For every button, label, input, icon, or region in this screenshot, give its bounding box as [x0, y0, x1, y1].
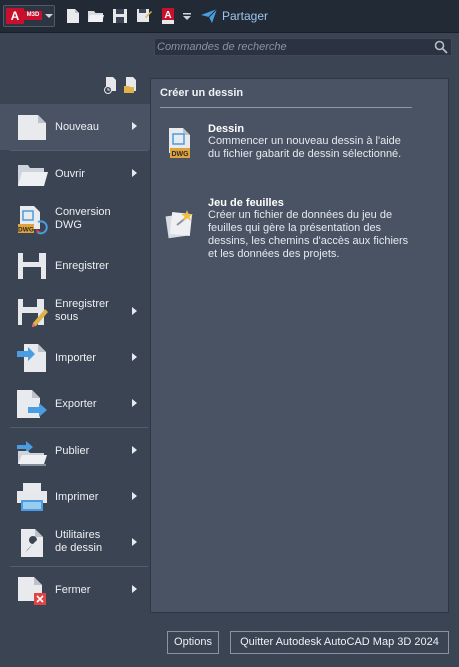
- panel-title: Créer un dessin: [160, 87, 244, 99]
- recent-open-documents-icons: [104, 77, 136, 94]
- plot-icon[interactable]: A: [159, 7, 177, 25]
- chevron-right-icon: [132, 122, 137, 130]
- menu-item-label-line2: DWG: [55, 219, 82, 231]
- entry-description: Créer un fichier de données du jeu de fe…: [208, 209, 409, 260]
- customize-dropdown-icon[interactable]: [180, 7, 194, 25]
- panel-entry-dessin[interactable]: DWG Dessin Commencer un nouveau dessin à…: [151, 123, 450, 177]
- export-icon: [17, 390, 47, 418]
- svg-text:DWG: DWG: [18, 227, 34, 234]
- menu-item-label: Importer: [55, 352, 96, 364]
- open-folder-icon: [18, 165, 48, 186]
- entry-title: Jeu de feuilles: [208, 197, 284, 209]
- application-menu: Nouveau Ouvrir DWG Conversion DWG Enregi…: [0, 104, 150, 613]
- dwg-icon-text: DWG: [171, 151, 189, 158]
- save-as-icon: [18, 299, 48, 327]
- menu-item-label-line2: de dessin: [55, 542, 103, 554]
- menu-item-fermer[interactable]: Fermer: [0, 567, 150, 613]
- menu-item-enregistrer[interactable]: Enregistrer: [0, 243, 150, 289]
- new-document-icon: [18, 115, 46, 140]
- entry-title: Dessin: [208, 123, 245, 135]
- save-icon: [18, 253, 46, 279]
- options-button[interactable]: Options: [167, 631, 219, 654]
- menu-item-label-line1: Conversion: [55, 206, 111, 218]
- menu-item-publier[interactable]: Publier: [0, 428, 150, 474]
- chevron-right-icon: [132, 169, 137, 177]
- menu-item-label: Nouveau: [55, 121, 100, 133]
- chevron-right-icon: [132, 585, 137, 593]
- recent-documents-icon[interactable]: [104, 77, 117, 94]
- menu-item-exporter[interactable]: Exporter: [0, 381, 150, 427]
- import-icon: [17, 344, 46, 372]
- application-menu-button[interactable]: A M3D: [3, 5, 55, 27]
- panel-entry-jeu-de-feuilles[interactable]: Jeu de feuilles Créer un fichier de donn…: [151, 197, 450, 263]
- chevron-right-icon: [132, 399, 137, 407]
- menu-item-label: Enregistrer: [55, 260, 109, 272]
- sheet-set-icon: [165, 210, 193, 239]
- chevron-right-icon: [132, 538, 137, 546]
- command-search: [154, 38, 452, 56]
- autocad-logo-icon: A: [6, 8, 24, 24]
- open-documents-icon[interactable]: [124, 77, 136, 93]
- chevron-right-icon: [132, 446, 137, 454]
- menu-item-ouvrir[interactable]: Ouvrir: [0, 151, 150, 197]
- menu-item-label-line1: Enregistrer: [55, 298, 109, 310]
- menu-item-label: Exporter: [55, 398, 97, 410]
- panel-divider: [160, 107, 412, 108]
- menu-item-label: Fermer: [55, 584, 91, 596]
- menu-item-enregistrer-sous[interactable]: Enregistrer sous: [0, 289, 150, 335]
- share-icon[interactable]: [200, 7, 218, 25]
- publish-icon: [17, 441, 47, 466]
- share-button-label[interactable]: Partager: [222, 9, 268, 23]
- chevron-right-icon: [132, 307, 137, 315]
- svg-text:A: A: [164, 10, 171, 21]
- menu-item-label-line2: sous: [55, 311, 79, 323]
- menu-item-nouveau[interactable]: Nouveau: [0, 104, 150, 150]
- menu-item-label: Publier: [55, 445, 90, 457]
- entry-description: Commencer un nouveau dessin à l'aide du …: [208, 135, 402, 160]
- submenu-panel: Créer un dessin DWG Dessin Commencer un …: [150, 78, 449, 613]
- quit-button[interactable]: Quitter Autodesk AutoCAD Map 3D 2024: [230, 631, 449, 654]
- open-folder-icon[interactable]: [87, 7, 105, 25]
- save-as-icon[interactable]: [135, 7, 153, 25]
- menu-item-label: Imprimer: [55, 491, 99, 503]
- menu-item-imprimer[interactable]: Imprimer: [0, 474, 150, 520]
- chevron-down-icon: [45, 14, 53, 18]
- chevron-right-icon: [132, 353, 137, 361]
- quick-access-toolbar: A M3D A Partager: [0, 0, 459, 33]
- search-icon[interactable]: [434, 40, 448, 54]
- menu-item-label-line1: Utilitaires: [55, 529, 101, 541]
- menu-item-label: Ouvrir: [55, 168, 85, 180]
- printer-icon: [17, 483, 47, 511]
- menu-item-utilitaires-de-dessin[interactable]: Utilitaires de dessin: [0, 520, 150, 566]
- save-icon[interactable]: [111, 7, 129, 25]
- map3d-badge: M3D: [24, 11, 42, 20]
- dwg-convert-icon: DWG: [18, 206, 48, 235]
- menu-item-conversion-dwg[interactable]: DWG Conversion DWG: [0, 197, 150, 243]
- close-document-icon: [18, 577, 46, 605]
- new-file-icon[interactable]: [64, 7, 82, 25]
- menu-item-importer[interactable]: Importer: [0, 335, 150, 381]
- drawing-utilities-icon: [21, 529, 43, 557]
- dwg-file-icon: DWG: [169, 128, 190, 158]
- search-input[interactable]: [157, 40, 427, 54]
- chevron-right-icon: [132, 492, 137, 500]
